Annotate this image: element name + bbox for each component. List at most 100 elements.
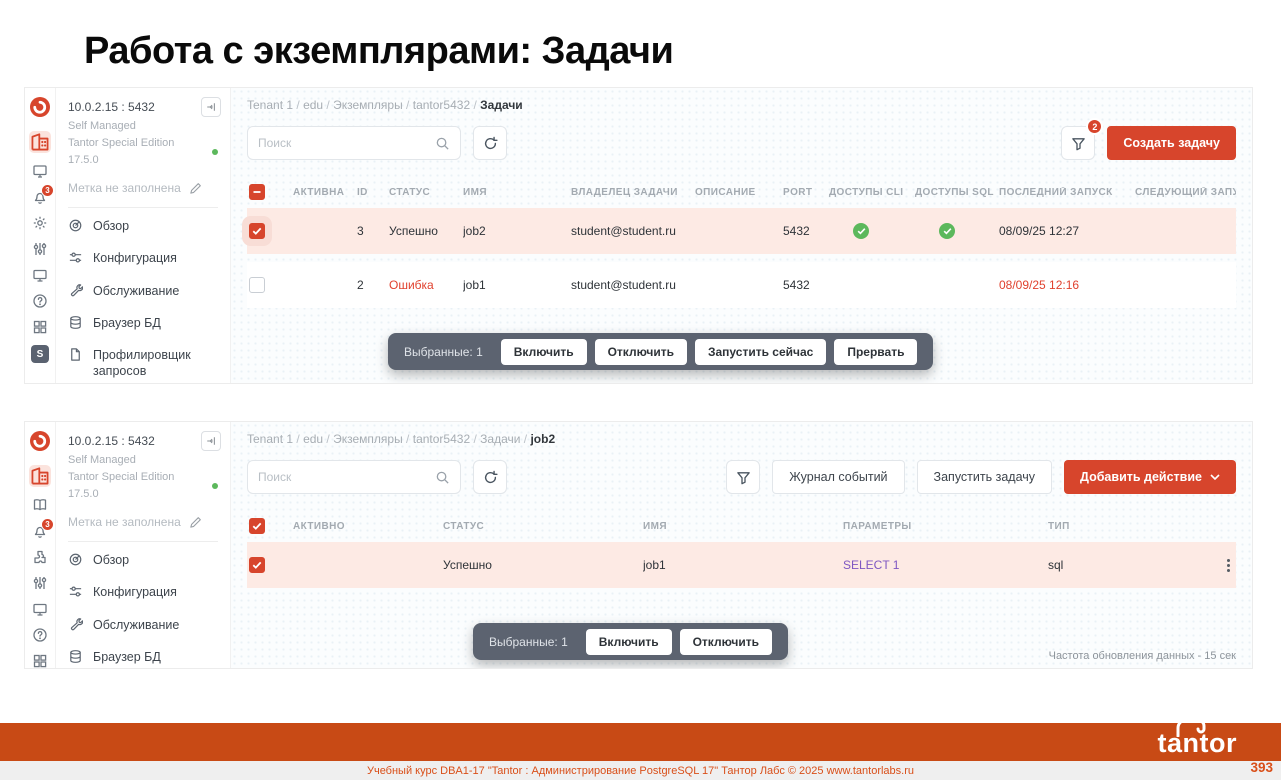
select-all-checkbox[interactable] [249, 518, 265, 534]
search-input[interactable] [258, 136, 427, 150]
task-port: 5432 [783, 278, 829, 292]
action-type: sql [1048, 558, 1208, 572]
instance-host: 10.0.2.15 : 5432 [68, 434, 218, 448]
notifications-bell-icon[interactable]: 3 [32, 523, 48, 539]
instances-icon[interactable] [29, 465, 51, 487]
funnel-icon [736, 470, 751, 485]
task-name: job1 [463, 278, 571, 292]
selection-action-bar: Выбранные: 1 Включить Отключить [473, 623, 788, 660]
footer-brand-bar: tantor [0, 723, 1281, 761]
page-title: Работа с экземплярами: Задачи [84, 30, 673, 73]
notifications-bell-icon[interactable]: 3 [32, 189, 48, 205]
instances-icon[interactable] [29, 131, 51, 153]
row-checkbox[interactable] [249, 223, 265, 239]
sidebar-item-overview[interactable]: Обзор [68, 544, 218, 576]
sidebar-item-configuration[interactable]: Конфигурация [68, 242, 218, 274]
breadcrumb[interactable]: Tenant 1eduЭкземплярыtantor5432Задачи [247, 98, 1236, 112]
wrench-icon [68, 283, 83, 298]
sidebar: 10.0.2.15 : 5432 Self Managed Tantor Spe… [55, 422, 230, 668]
sidebar-item-query-profiler[interactable]: Профилировщик запросов [68, 339, 218, 383]
database-icon [68, 315, 83, 330]
document-icon [68, 347, 83, 362]
screen-icon[interactable] [32, 267, 48, 283]
table-row[interactable]: 2 Ошибка job1 student@student.ru 5432 08… [247, 262, 1236, 308]
sliders-icon[interactable] [32, 241, 48, 257]
tantor-wordmark: tantor [1158, 726, 1238, 760]
event-log-button[interactable]: Журнал событий [772, 460, 904, 494]
action-params-link[interactable]: SELECT 1 [843, 558, 1048, 572]
row-checkbox[interactable] [249, 277, 265, 293]
filter-button[interactable] [726, 460, 760, 494]
funnel-icon [1071, 136, 1086, 151]
collapse-sidebar-icon[interactable] [201, 431, 221, 451]
refresh-icon [483, 136, 498, 151]
task-last-run: 08/09/25 12:16 [999, 278, 1135, 292]
icon-rail: 3 S [25, 88, 55, 383]
filter-count-badge: 2 [1086, 118, 1103, 135]
sidebar-item-maintenance[interactable]: Обслуживание [68, 609, 218, 641]
selected-count-label: Выбранные: 1 [404, 345, 483, 359]
sidebar-item-db-browser[interactable]: Браузер БД [68, 307, 218, 339]
enable-button[interactable]: Включить [586, 629, 672, 655]
screenshot-tasks-list: 3 S 10.0.2.15 : 5432 Self Managed Tantor… [25, 88, 1252, 383]
kebab-menu-icon[interactable] [1227, 559, 1236, 572]
task-owner: student@student.ru [571, 224, 695, 238]
enable-button[interactable]: Включить [501, 339, 587, 365]
book-icon[interactable] [32, 497, 48, 513]
run-task-button[interactable]: Запустить задачу [917, 460, 1052, 494]
apps-grid-icon[interactable] [32, 319, 48, 335]
puzzle-icon[interactable] [32, 549, 48, 565]
instance-host: 10.0.2.15 : 5432 [68, 100, 218, 114]
task-id: 3 [357, 224, 389, 238]
divider [68, 207, 218, 208]
target-icon [68, 218, 83, 233]
apps-grid-icon[interactable] [32, 653, 48, 668]
sidebar-item-overview[interactable]: Обзор [68, 210, 218, 242]
sidebar-item-maintenance[interactable]: Обслуживание [68, 275, 218, 307]
disable-button[interactable]: Отключить [595, 339, 687, 365]
row-checkbox[interactable] [249, 557, 265, 573]
service-s-icon[interactable]: S [31, 345, 49, 363]
screen-icon[interactable] [32, 601, 48, 617]
instance-label-empty[interactable]: Метка не заполнена [68, 181, 218, 195]
tantor-logo-icon[interactable] [30, 431, 50, 451]
pencil-icon [189, 182, 202, 195]
collapse-sidebar-icon[interactable] [201, 97, 221, 117]
sidebar-item-configuration[interactable]: Конфигурация [68, 576, 218, 608]
gear-icon[interactable] [32, 215, 48, 231]
task-last-run: 08/09/25 12:27 [999, 224, 1135, 238]
sql-access-check-icon [939, 223, 955, 239]
status-dot [212, 149, 218, 155]
abort-button[interactable]: Прервать [834, 339, 917, 365]
disable-button[interactable]: Отключить [680, 629, 772, 655]
database-icon [68, 649, 83, 664]
action-name: job1 [643, 558, 843, 572]
search-input[interactable] [258, 470, 427, 484]
edition-version: Tantor Special Edition 17.5.0 [68, 469, 206, 503]
create-task-button[interactable]: Создать задачу [1107, 126, 1236, 160]
table-row[interactable]: 3 Успешно job2 student@student.ru 5432 0… [247, 208, 1236, 254]
sliders-icon[interactable] [32, 575, 48, 591]
refresh-rate-note: Частота обновления данных - 15 сек [1049, 650, 1236, 662]
action-status: Успешно [443, 558, 643, 572]
table-row[interactable]: Успешно job1 SELECT 1 sql [247, 542, 1236, 588]
tantor-logo-icon[interactable] [30, 97, 50, 117]
sidebar-item-db-browser[interactable]: Браузер БД [68, 641, 218, 668]
task-id: 2 [357, 278, 389, 292]
add-action-button[interactable]: Добавить действие [1064, 460, 1236, 494]
refresh-button[interactable] [473, 126, 507, 160]
select-all-checkbox[interactable] [249, 184, 265, 200]
chevron-down-icon [1210, 474, 1220, 480]
config-icon [68, 250, 83, 265]
instance-label-empty[interactable]: Метка не заполнена [68, 515, 218, 529]
breadcrumb[interactable]: Tenant 1eduЭкземплярыtantor5432Задачиjob… [247, 432, 1236, 446]
selection-action-bar: Выбранные: 1 Включить Отключить Запустит… [388, 333, 933, 370]
refresh-button[interactable] [473, 460, 507, 494]
help-icon[interactable] [32, 293, 48, 309]
run-now-button[interactable]: Запустить сейчас [695, 339, 826, 365]
managed-label: Self Managed [68, 118, 218, 135]
monitor-icon[interactable] [32, 163, 48, 179]
notifications-badge: 3 [41, 518, 54, 531]
divider [68, 541, 218, 542]
help-icon[interactable] [32, 627, 48, 643]
